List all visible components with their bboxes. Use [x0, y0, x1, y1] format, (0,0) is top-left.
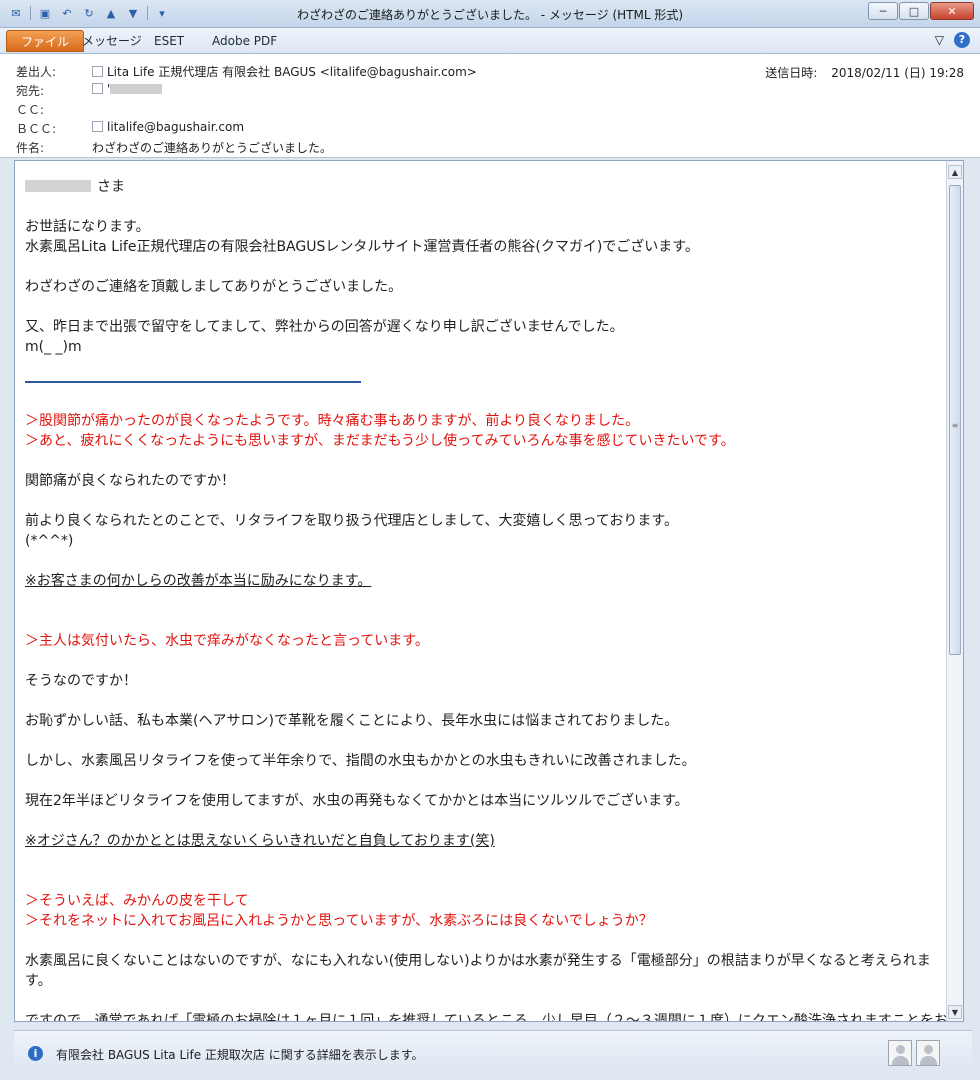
body-line: お恥ずかしい話、私も本業(ヘアサロン)で革靴を履くことにより、長年水虫には悩まさ… [25, 713, 679, 729]
cc-label: ＣＣ: [16, 103, 45, 117]
scroll-grip-icon: ≡ [951, 421, 959, 430]
scroll-thumb[interactable] [949, 185, 961, 655]
quoted-line: ＞主人は気付いたら、水虫で痒みがなくなったと言っています。 [25, 633, 429, 649]
body-line: 関節痛が良くなられたのですか！ [25, 473, 235, 489]
scroll-up-icon[interactable]: ▲ [948, 165, 962, 179]
subject-value: わざわざのご連絡ありがとうございました。 [92, 141, 333, 155]
minimize-button[interactable]: ─ [868, 2, 898, 20]
body-line: しかし、水素風呂リタライフを使って半年余りで、指間の水虫もかかとの水虫もきれいに… [25, 753, 696, 769]
people-pane-text[interactable]: 有限会社 BAGUS Lita Life 正規取次店 に関する詳細を表示します。 [56, 1046, 424, 1063]
from-value[interactable]: Lita Life 正規代理店 有限会社 BAGUS <litalife@bag… [92, 63, 477, 80]
maximize-button[interactable]: □ [899, 2, 929, 20]
title-bar: ✉ ▣ ↶ ↻ ▲ ▼ ▾ わざわざのご連絡ありがとうございました。 - メッセ… [0, 0, 980, 28]
window-title: わざわざのご連絡ありがとうございました。 - メッセージ (HTML 形式) [296, 8, 684, 22]
people-pane-bar: i 有限会社 BAGUS Lita Life 正規取次店 に関する詳細を表示しま… [14, 1030, 972, 1074]
body-line: 又、昨日まで出張で留守をしてまして、弊社からの回答が遅くなり申し訳ございませんで… [25, 319, 624, 335]
body-line: そうなのですか！ [25, 673, 137, 689]
person-icon[interactable] [916, 1040, 940, 1066]
scroll-down-icon[interactable]: ▼ [948, 1005, 962, 1019]
body-line: ※オジさん？のかかととは思えないくらいきれいだと自負しております(笑) [25, 833, 495, 849]
body-line: 水素風呂Lita Life正規代理店の有限会社BAGUSレンタルサイト運営責任者… [25, 239, 699, 255]
close-button[interactable]: ✕ [930, 2, 974, 20]
contact-checkbox-icon [92, 83, 103, 94]
sent-value: 2018/02/11 (日) 19:28 [831, 66, 964, 80]
contact-checkbox-icon [92, 121, 103, 132]
ribbon-right-icons: ▽ ? [935, 32, 970, 48]
info-icon: i [28, 1046, 43, 1061]
person-icon[interactable] [888, 1040, 912, 1066]
from-label: 差出人: [16, 65, 57, 79]
bcc-value[interactable]: litalife@bagushair.com [92, 120, 244, 134]
tab-adobe-pdf[interactable]: Adobe PDF [200, 30, 289, 52]
body-line: ※お客さまの何かしらの改善が本当に励みになります。 [25, 573, 372, 589]
ribbon: ファイル メッセージ ESET Adobe PDF ▽ ? [0, 28, 980, 54]
people-pictures [888, 1040, 940, 1066]
help-icon[interactable]: ? [954, 32, 970, 48]
body-line: 前より良くなられたとのことで、リタライフを取り扱う代理店としまして、大変嬉しく思… [25, 513, 678, 529]
collapse-ribbon-icon[interactable]: ▽ [935, 33, 944, 47]
from-text: Lita Life 正規代理店 有限会社 BAGUS <litalife@bag… [107, 65, 477, 79]
window-controls: ─ □ ✕ [867, 2, 974, 20]
to-label: 宛先: [16, 84, 45, 98]
quoted-line: ＞そういえば、みかんの皮を干して [25, 893, 249, 909]
body-line: (*^^*) [25, 533, 74, 549]
message-content: さま お世話になります。 水素風呂Lita Life正規代理店の有限会社BAGU… [25, 177, 948, 1022]
vertical-scrollbar[interactable]: ▲ ≡ ▼ [946, 161, 963, 1021]
message-body[interactable]: さま お世話になります。 水素風呂Lita Life正規代理店の有限会社BAGU… [14, 160, 964, 1022]
quoted-line: ＞それをネットに入れてお風呂に入れようかと思っていますが、水素ぶろには良くないで… [25, 913, 653, 929]
body-line: 現在2年半ほどリタライフを使用してますが、水虫の再発もなくてかかとは本当にツルツ… [25, 793, 689, 809]
message-header: 差出人: Lita Life 正規代理店 有限会社 BAGUS <litalif… [0, 54, 980, 158]
contact-checkbox-icon [92, 66, 103, 77]
redacted-recipient [110, 84, 163, 94]
redacted-name [25, 180, 91, 192]
body-line: ですので、通常であれば「電極のお掃除は１ヶ月に１回」を推奨しているところ、少し早… [25, 1013, 948, 1022]
body-line: わざわざのご連絡を頂戴しましてありがとうございました。 [25, 279, 403, 295]
greeting-suffix: さま [97, 179, 125, 195]
bcc-label: ＢＣＣ: [16, 122, 57, 136]
quoted-line: ＞あと、疲れにくくなったようにも思いますが、まだまだもう少し使ってみていろんな事… [25, 433, 735, 449]
body-line: m(_ _)m [25, 339, 82, 355]
subject-label: 件名: [16, 141, 45, 155]
sent-date: 送信日時: 2018/02/11 (日) 19:28 [765, 64, 964, 81]
quoted-line: ＞股関節が痛かったのが良くなったようです。時々痛む事もありますが、前より良くなり… [25, 413, 640, 429]
bcc-text: litalife@bagushair.com [107, 120, 245, 134]
sent-label: 送信日時: [765, 66, 818, 80]
body-line: 水素風呂に良くないことはないのですが、なにも入れない(使用しない)よりかは水素が… [25, 953, 931, 989]
greeting: さま [25, 177, 933, 197]
to-value[interactable]: ' [92, 82, 163, 96]
tab-eset[interactable]: ESET [142, 30, 196, 52]
body-line: お世話になります。 [25, 219, 150, 235]
